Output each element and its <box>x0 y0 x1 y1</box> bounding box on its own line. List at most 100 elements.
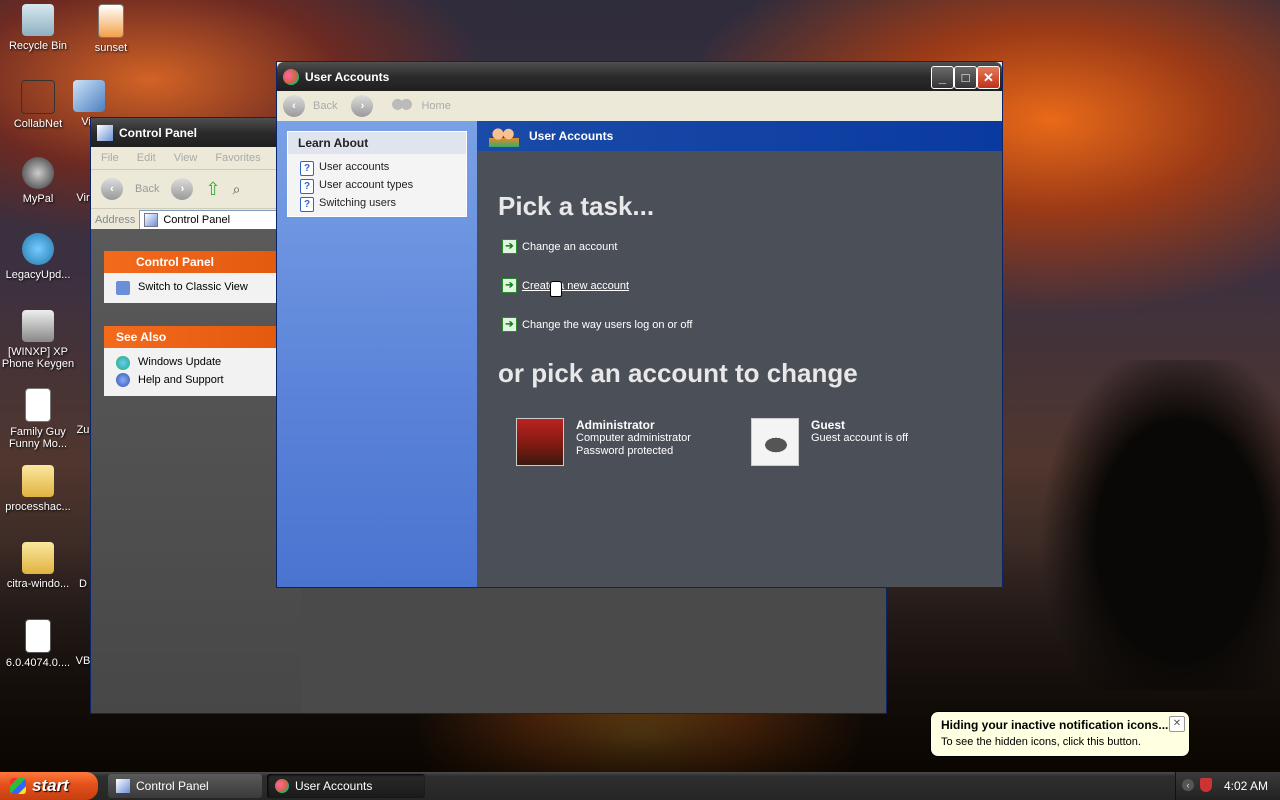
balloon-body: To see the hidden icons, click this butt… <box>941 736 1141 748</box>
desktop-icon-vb[interactable]: VB <box>73 655 93 667</box>
hand-cursor-icon <box>550 281 562 297</box>
learn-about-box: Learn About ? User accounts ? User accou… <box>287 131 467 217</box>
maximize-button[interactable]: □ <box>954 66 977 89</box>
start-button[interactable]: start <box>0 772 98 800</box>
user-accounts-titlebar[interactable]: User Accounts <box>277 62 1002 91</box>
notification-balloon[interactable]: Hiding your inactive notification icons.… <box>930 711 1190 757</box>
desktop-icon-mypal[interactable]: MyPal <box>0 157 76 205</box>
task-box-header[interactable]: Control Panel <box>104 251 279 273</box>
help-support-link[interactable]: Help and Support <box>104 371 279 396</box>
menu-favorites[interactable]: Favorites <box>215 152 260 164</box>
desktop-icon-vir2[interactable]: Vir <box>73 192 93 204</box>
desktop-icon-7z-file[interactable]: 6.0.4074.0.... <box>0 619 76 669</box>
taskbar-item-user-accounts[interactable]: User Accounts <box>267 774 425 798</box>
desktop-icon-collabnet[interactable]: CollabNet <box>0 80 76 130</box>
desktop-icon-sunset[interactable]: sunset <box>73 4 149 54</box>
home-label[interactable]: Home <box>421 100 450 112</box>
back-label[interactable]: Back <box>313 100 337 112</box>
pick-account-heading: or pick an account to change <box>498 358 858 388</box>
globe-arrow-icon <box>22 233 54 265</box>
desktop-icon-phone-keygen[interactable]: [WINXP] XP Phone Keygen <box>0 310 76 370</box>
link-label: User account types <box>319 179 414 191</box>
learn-user-accounts-link[interactable]: ? User accounts <box>288 158 466 176</box>
menu-view[interactable]: View <box>174 152 198 164</box>
desktop-icon-label: 6.0.4074.0.... <box>5 657 71 669</box>
learn-account-types-link[interactable]: ? User account types <box>288 176 466 194</box>
green-arrow-icon: ➔ <box>502 278 517 293</box>
windows-update-link[interactable]: Windows Update <box>104 348 279 371</box>
user-accounts-window[interactable]: User Accounts _ □ ✕ ‹ Back › Home Learn … <box>277 62 1002 587</box>
task-pane: Control Panel Switch to Classic View See… <box>91 229 301 713</box>
task-label: Change the way users log on or off <box>522 318 693 331</box>
link-label: Windows Update <box>138 356 222 368</box>
windows-flag-icon <box>10 778 26 794</box>
up-folder-icon[interactable]: ⇧ <box>205 179 220 200</box>
desktop-icon-citra[interactable]: citra-windo... <box>0 542 76 590</box>
help-question-icon: ? <box>300 197 314 212</box>
home-users-icon[interactable] <box>391 98 414 114</box>
back-arrow-icon[interactable]: ‹ <box>283 95 305 117</box>
link-label: Switching users <box>319 197 397 209</box>
system-tray: ‹ 4:02 AM <box>1175 772 1280 800</box>
search-icon[interactable]: ⌕ <box>233 181 241 198</box>
desktop-icon-recycle-bin[interactable]: Recycle Bin <box>0 4 76 52</box>
forward-arrow-icon[interactable]: › <box>171 178 194 200</box>
close-button[interactable]: ✕ <box>977 66 1000 89</box>
task-box-title: Control Panel <box>136 255 215 269</box>
menu-edit[interactable]: Edit <box>137 152 156 164</box>
taskbar-item-control-panel[interactable]: Control Panel <box>108 774 262 798</box>
taskbar-item-label: Control Panel <box>136 779 209 793</box>
back-label[interactable]: Back <box>135 183 159 195</box>
green-arrow-icon: ➔ <box>502 239 517 254</box>
learn-switching-users-link[interactable]: ? Switching users <box>288 194 466 212</box>
task-change-account[interactable]: ➔ Change an account <box>502 239 617 254</box>
link-label: User accounts <box>319 161 390 173</box>
see-also-header[interactable]: See Also <box>104 326 279 348</box>
user-accounts-icon <box>275 779 289 793</box>
balloon-close-button[interactable]: ✕ <box>1169 716 1185 732</box>
account-password-status: Password protected <box>576 445 674 457</box>
help-icon <box>116 373 130 387</box>
show-hidden-icons-button[interactable]: ‹ <box>1182 779 1194 791</box>
desktop-icon-label: MyPal <box>22 193 54 205</box>
account-administrator[interactable]: Administrator Computer administrator Pas… <box>516 418 691 466</box>
ua-navigation-bar: ‹ Back › Home <box>277 91 1002 122</box>
desktop-icon-label: D <box>79 578 87 590</box>
desktop-icon-family-guy[interactable]: Family Guy Funny Mo... <box>0 388 76 450</box>
document-icon <box>25 388 51 422</box>
desktop-icon-label: Vir <box>76 192 90 204</box>
task-change-logon[interactable]: ➔ Change the way users log on or off <box>502 317 692 332</box>
learn-about-title: Learn About <box>288 132 466 154</box>
link-label: Switch to Classic View <box>138 281 248 293</box>
ua-main-pane: User Accounts Pick a task... ➔ Change an… <box>477 121 1002 587</box>
account-guest[interactable]: Guest Guest account is off <box>751 418 908 466</box>
telephone-icon <box>22 310 54 342</box>
virtualbox-cube-icon <box>73 80 105 112</box>
back-arrow-icon[interactable]: ‹ <box>101 178 123 200</box>
help-question-icon: ? <box>300 161 314 176</box>
users-icon <box>489 127 519 147</box>
control-panel-task-box: Control Panel Switch to Classic View <box>104 251 279 303</box>
menu-file[interactable]: File <box>101 152 119 164</box>
switch-classic-view-link[interactable]: Switch to Classic View <box>104 273 279 303</box>
desktop-icon-legacyupdate[interactable]: LegacyUpd... <box>0 233 76 281</box>
task-create-account[interactable]: ➔ Create a new account <box>502 278 629 293</box>
address-label: Address <box>95 214 136 226</box>
desktop-icon-label: VB <box>75 655 91 667</box>
desktop-icon-label: Recycle Bin <box>8 40 68 52</box>
link-label: Help and Support <box>138 374 224 386</box>
security-shield-icon[interactable] <box>1200 778 1212 792</box>
start-label: start <box>32 776 69 795</box>
forward-arrow-icon[interactable]: › <box>351 95 374 117</box>
clock[interactable]: 4:02 AM <box>1224 779 1268 793</box>
minimize-button[interactable]: _ <box>931 66 954 89</box>
image-file-icon <box>98 4 124 38</box>
desktop-icon-processhacker[interactable]: processhac... <box>0 465 76 513</box>
recycle-bin-icon <box>22 4 54 36</box>
desktop-icon-zu[interactable]: Zu <box>73 424 93 436</box>
desktop-icon-d[interactable]: D <box>73 578 93 590</box>
address-value: Control Panel <box>163 214 231 226</box>
taskbar-item-label: User Accounts <box>295 779 373 793</box>
desktop-icon-label: [WINXP] XP Phone Keygen <box>1 346 75 370</box>
balloon-title: Hiding your inactive notification icons.… <box>941 718 1169 732</box>
